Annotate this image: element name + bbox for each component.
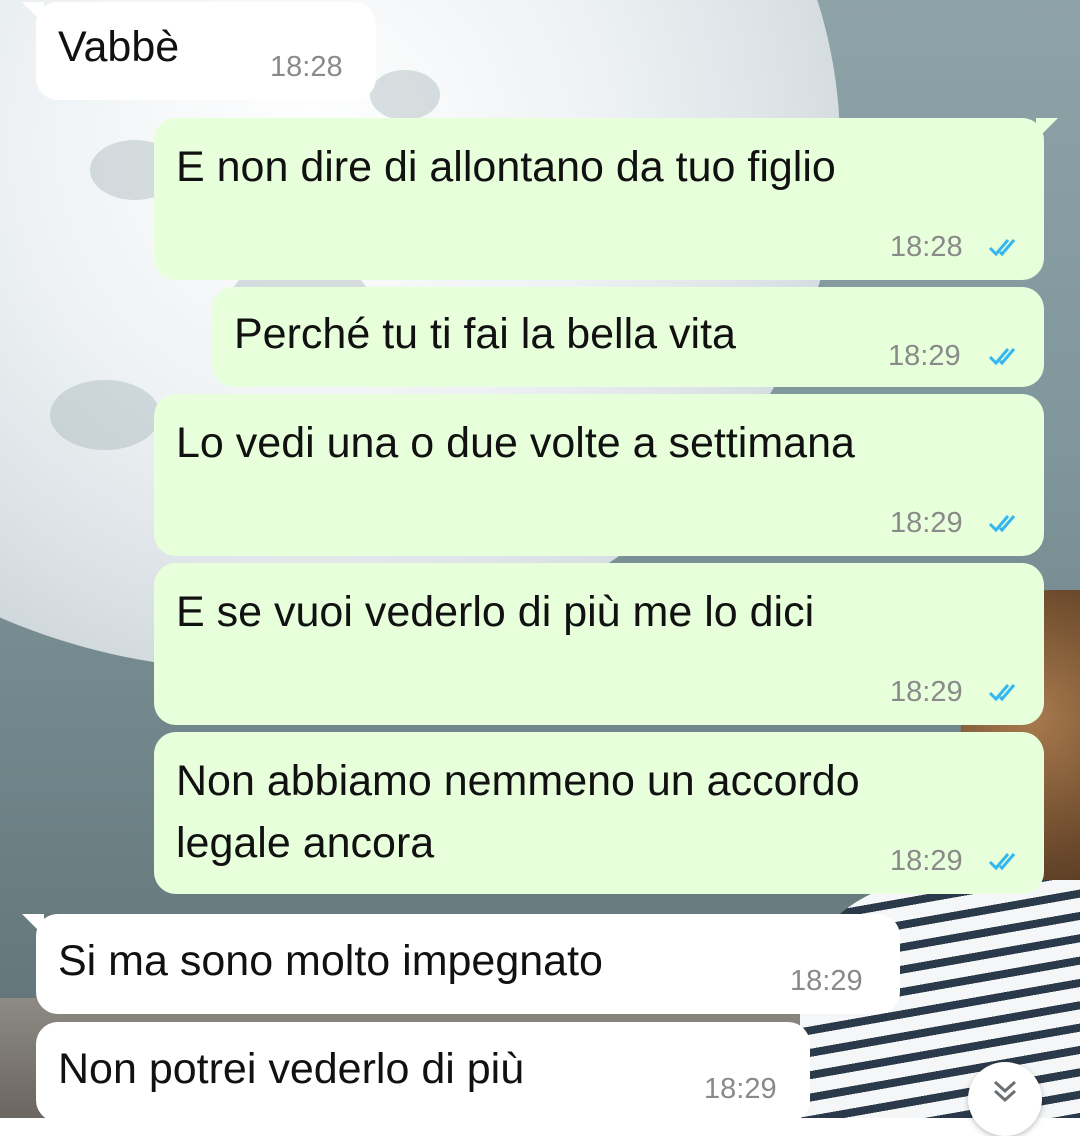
message-bubble-outgoing[interactable]: E se vuoi vederlo di più me lo dici 18:2… [154,563,1044,725]
message-time: 18:29 [704,1073,777,1105]
read-double-check-icon [988,515,1016,533]
message-time: 18:28 [890,231,963,263]
read-double-check-icon [988,684,1016,702]
message-text: Non potrei vederlo di più [58,1045,525,1093]
double-chevron-down-icon [993,1080,1017,1103]
scroll-to-bottom-button[interactable] [968,1062,1042,1136]
read-double-check-icon [988,853,1016,871]
message-time: 18:29 [890,676,963,708]
message-text-line: legale ancora [176,819,435,867]
message-text-line: Non abbiamo nemmeno un accordo [176,757,860,805]
message-time: 18:29 [890,845,963,877]
read-double-check-icon [988,348,1016,366]
message-text: Vabbè [58,23,180,71]
read-double-check-icon [988,239,1016,257]
message-bubble-incoming[interactable]: Si ma sono molto impegnato 18:29 [22,914,900,1014]
message-text: E non dire di allontano da tuo figlio [176,143,836,191]
message-text: Perché tu ti fai la bella vita [234,310,736,358]
message-bubble-outgoing[interactable]: Perché tu ti fai la bella vita 18:29 [212,287,1044,387]
message-time: 18:29 [790,965,863,997]
message-bubble-outgoing[interactable]: Lo vedi una o due volte a settimana 18:2… [154,394,1044,556]
message-bubble-outgoing[interactable]: E non dire di allontano da tuo figlio 18… [154,118,1058,280]
message-text: Si ma sono molto impegnato [58,937,603,985]
message-time: 18:29 [890,507,963,539]
message-text: Lo vedi una o due volte a settimana [176,419,855,467]
message-bubble-outgoing[interactable]: Non abbiamo nemmeno un accordo legale an… [154,732,1044,894]
message-bubble-incoming[interactable]: Vabbè 18:28 [22,2,376,100]
message-text: E se vuoi vederlo di più me lo dici [176,588,815,636]
message-time: 18:28 [270,51,343,83]
message-bubble-incoming[interactable]: Non potrei vederlo di più 18:29 [36,1022,810,1122]
message-time: 18:29 [888,340,961,372]
